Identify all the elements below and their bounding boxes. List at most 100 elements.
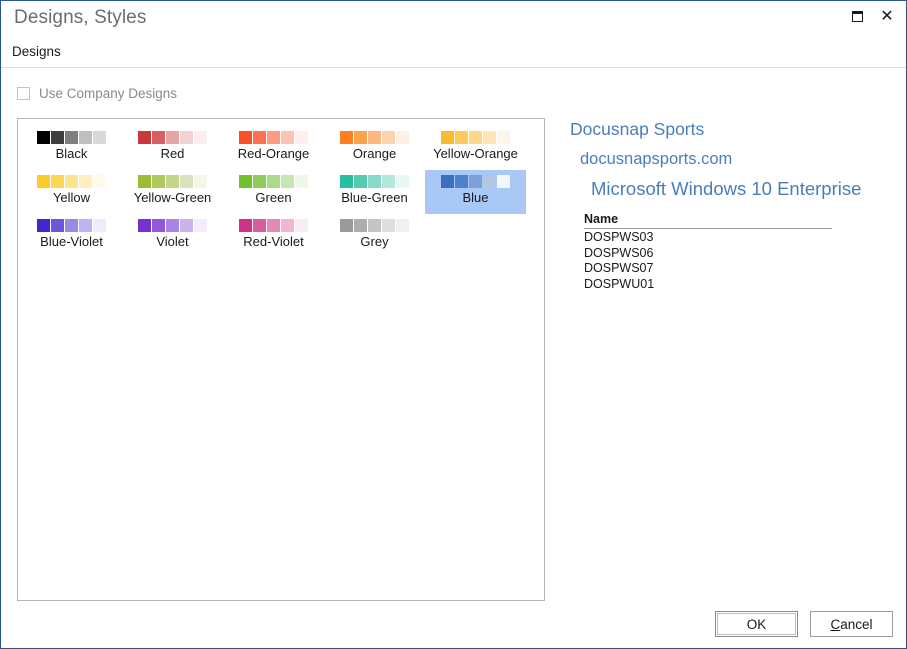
design-item-red-orange[interactable]: Red-Orange xyxy=(223,126,324,170)
design-item-label: Red-Violet xyxy=(243,234,304,249)
design-item-orange[interactable]: Orange xyxy=(324,126,425,170)
swatch-0 xyxy=(340,175,353,188)
swatch-3 xyxy=(483,131,496,144)
design-item-yellow-green[interactable]: Yellow-Green xyxy=(122,170,223,214)
preview-table-row: DOSPWS07 xyxy=(584,261,654,276)
swatch-1 xyxy=(51,131,64,144)
swatch-2 xyxy=(368,131,381,144)
swatch-3 xyxy=(281,175,294,188)
design-item-green[interactable]: Green xyxy=(223,170,324,214)
restore-button[interactable] xyxy=(842,2,872,30)
swatch-row xyxy=(340,175,409,188)
swatch-row xyxy=(37,131,106,144)
swatch-3 xyxy=(281,219,294,232)
swatch-row xyxy=(441,175,510,188)
swatch-2 xyxy=(166,175,179,188)
swatch-1 xyxy=(354,175,367,188)
ok-button[interactable]: OK xyxy=(715,611,798,637)
swatch-4 xyxy=(194,219,207,232)
swatch-3 xyxy=(180,131,193,144)
swatch-0 xyxy=(340,131,353,144)
designs-grid: Black Red Red-Orange Orange Yellow-Orange Yel… xyxy=(18,119,544,258)
design-item-label: Blue-Violet xyxy=(40,234,103,249)
design-item-label: Black xyxy=(55,146,88,161)
swatch-1 xyxy=(253,219,266,232)
tab-designs[interactable]: Designs xyxy=(12,42,65,63)
swatch-4 xyxy=(295,175,308,188)
swatch-4 xyxy=(497,131,510,144)
swatch-1 xyxy=(354,131,367,144)
design-item-label: Yellow-Green xyxy=(133,190,212,205)
design-item-label: Red xyxy=(160,146,185,161)
swatch-row xyxy=(138,219,207,232)
swatch-3 xyxy=(79,131,92,144)
swatch-0 xyxy=(441,131,454,144)
design-item-blue-violet[interactable]: Blue-Violet xyxy=(21,214,122,258)
preview-table-row: DOSPWS06 xyxy=(584,245,654,260)
swatch-2 xyxy=(368,219,381,232)
swatch-row xyxy=(239,219,308,232)
designs-list-panel[interactable]: Black Red Red-Orange Orange Yellow-Orange Yel… xyxy=(17,118,545,601)
swatch-row xyxy=(138,175,207,188)
use-company-designs-row[interactable]: Use Company Designs xyxy=(17,86,177,101)
swatch-row xyxy=(340,131,409,144)
dialog-footer: OK Cancel xyxy=(715,611,893,637)
swatch-4 xyxy=(396,175,409,188)
design-item-label: Blue xyxy=(462,190,489,205)
swatch-2 xyxy=(166,219,179,232)
swatch-3 xyxy=(180,219,193,232)
swatch-0 xyxy=(138,131,151,144)
swatch-4 xyxy=(295,131,308,144)
preview-table-header-name: Name xyxy=(584,212,832,229)
swatch-row xyxy=(37,175,106,188)
swatch-4 xyxy=(497,175,510,188)
dialog-window: Designs, Styles ✕ Designs Use Company De… xyxy=(0,0,907,649)
cancel-label-rest: ancel xyxy=(840,616,873,632)
cancel-button[interactable]: Cancel xyxy=(810,611,893,637)
swatch-1 xyxy=(354,219,367,232)
swatch-3 xyxy=(382,175,395,188)
swatch-1 xyxy=(51,219,64,232)
swatch-0 xyxy=(138,219,151,232)
swatch-1 xyxy=(253,175,266,188)
close-button[interactable]: ✕ xyxy=(872,2,902,30)
use-company-designs-checkbox[interactable] xyxy=(17,87,30,100)
swatch-3 xyxy=(79,219,92,232)
design-item-label: Orange xyxy=(352,146,397,161)
swatch-row xyxy=(441,131,510,144)
design-item-label: Yellow xyxy=(52,190,91,205)
design-item-red-violet[interactable]: Red-Violet xyxy=(223,214,324,258)
swatch-0 xyxy=(239,131,252,144)
swatch-2 xyxy=(267,131,280,144)
swatch-0 xyxy=(441,175,454,188)
design-item-blue-green[interactable]: Blue-Green xyxy=(324,170,425,214)
design-item-yellow[interactable]: Yellow xyxy=(21,170,122,214)
use-company-designs-label: Use Company Designs xyxy=(39,86,178,101)
design-item-red[interactable]: Red xyxy=(122,126,223,170)
design-item-yellow-orange[interactable]: Yellow-Orange xyxy=(425,126,526,170)
swatch-row xyxy=(239,131,308,144)
swatch-2 xyxy=(469,175,482,188)
swatch-1 xyxy=(152,131,165,144)
title-bar: Designs, Styles ✕ xyxy=(1,1,906,39)
design-item-blue[interactable]: Blue xyxy=(425,170,526,214)
design-item-violet[interactable]: Violet xyxy=(122,214,223,258)
swatch-1 xyxy=(455,131,468,144)
swatch-2 xyxy=(65,175,78,188)
preview-table-row: DOSPWU01 xyxy=(584,277,655,292)
swatch-3 xyxy=(281,131,294,144)
preview-os-name: Microsoft Windows 10 Enterprise xyxy=(591,177,862,199)
window-controls: ✕ xyxy=(842,1,902,31)
cancel-accel-letter: C xyxy=(830,616,841,632)
swatch-1 xyxy=(152,175,165,188)
swatch-0 xyxy=(239,175,252,188)
design-item-label: Blue-Green xyxy=(341,190,408,205)
swatch-row xyxy=(340,219,409,232)
swatch-4 xyxy=(396,131,409,144)
design-item-black[interactable]: Black xyxy=(21,126,122,170)
swatch-2 xyxy=(65,131,78,144)
swatch-3 xyxy=(382,131,395,144)
swatch-3 xyxy=(483,175,496,188)
swatch-row xyxy=(138,131,207,144)
design-item-grey[interactable]: Grey xyxy=(324,214,425,258)
